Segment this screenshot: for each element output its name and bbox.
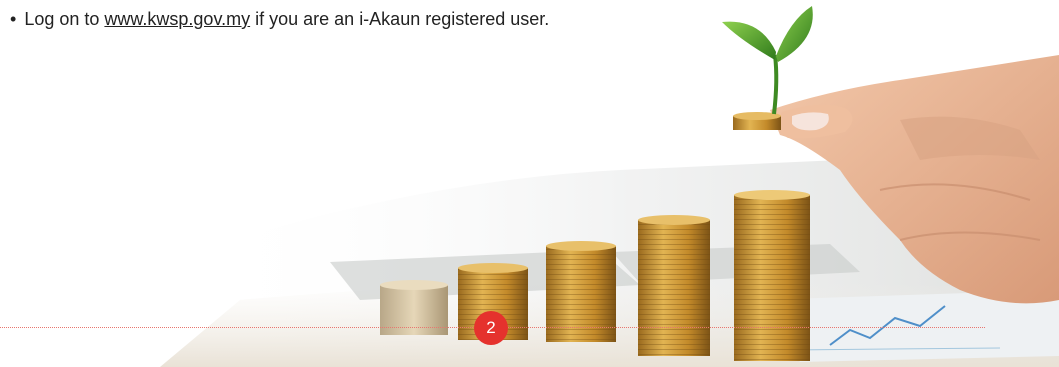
kwsp-website-link[interactable]: www.kwsp.gov.my bbox=[104, 9, 250, 29]
instruction-text-after: if you are an i-Akaun registered user. bbox=[255, 9, 550, 29]
coins-plant-illustration bbox=[160, 6, 1059, 367]
instruction-bullet: • Log on to www.kwsp.gov.my if you are an… bbox=[10, 9, 549, 30]
page-number-badge: 2 bbox=[474, 311, 508, 345]
bullet-dot: • bbox=[10, 9, 17, 29]
instruction-text-before: Log on to bbox=[24, 9, 100, 29]
